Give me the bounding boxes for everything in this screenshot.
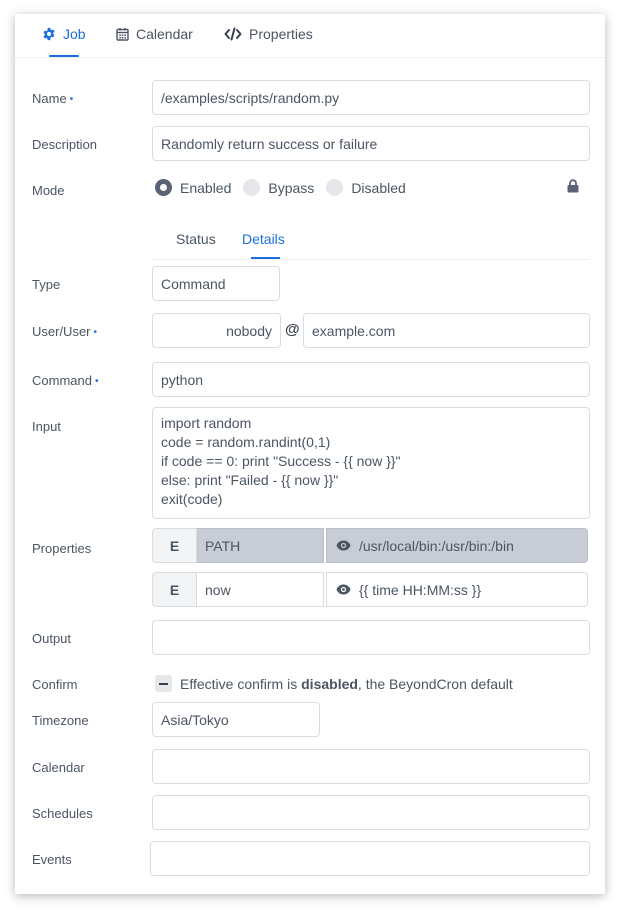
schedules-input[interactable]: [152, 795, 590, 830]
type-label: Type: [32, 277, 61, 292]
user-label: User/User •: [32, 324, 97, 339]
events-label: Events: [32, 852, 72, 867]
events-input[interactable]: [150, 841, 590, 876]
confirm-text: Effective confirm is disabled, the Beyon…: [180, 676, 513, 692]
radio-indicator: [243, 179, 261, 196]
command-value: python: [161, 371, 204, 388]
tab-properties-label: Properties: [249, 26, 313, 42]
name-value: /examples/scripts/random.py: [161, 89, 340, 106]
required-marker: •: [93, 327, 98, 338]
tab-properties[interactable]: Properties: [224, 26, 313, 42]
gear-icon: [43, 27, 55, 41]
mode-radio-disabled[interactable]: Disabled: [326, 179, 406, 196]
eye-icon[interactable]: [336, 584, 351, 595]
timezone-value: Asia/Tokyo: [161, 711, 229, 728]
radio-selected-indicator: [155, 179, 172, 196]
input-textarea[interactable]: import random code = random.randint(0,1)…: [152, 407, 590, 519]
name-label: Name •: [32, 91, 73, 106]
property-row: E now {{ time HH:MM:ss }}: [152, 572, 588, 607]
code-icon: [224, 27, 242, 41]
command-label-text: Command: [32, 373, 92, 388]
confirm-text-bold: disabled: [301, 675, 358, 692]
name-input[interactable]: /examples/scripts/random.py: [152, 80, 590, 115]
lock-icon[interactable]: [567, 179, 579, 193]
confirm-label: Confirm: [32, 677, 78, 692]
description-input[interactable]: Randomly return success or failure: [152, 126, 590, 161]
subtab-status[interactable]: Status: [176, 231, 216, 247]
description-label: Description: [32, 137, 98, 152]
mode-option-label: Disabled: [351, 179, 406, 196]
output-label: Output: [32, 631, 72, 646]
property-key-input[interactable]: now: [197, 572, 324, 607]
tab-job[interactable]: Job: [42, 26, 86, 42]
property-row: E PATH /usr/local/bin:/usr/bin:/bin: [152, 528, 588, 563]
property-key: PATH: [197, 528, 324, 563]
mode-radio-enabled[interactable]: Enabled: [155, 179, 231, 196]
minus-icon: [159, 682, 168, 685]
input-label: Input: [32, 419, 61, 434]
timezone-input[interactable]: Asia/Tokyo: [152, 702, 320, 737]
confirm-toggle-button[interactable]: [155, 675, 172, 692]
property-type-button[interactable]: E: [152, 528, 197, 563]
subtab-details[interactable]: Details: [242, 231, 285, 247]
mode-label: Mode: [32, 183, 65, 198]
property-value: /usr/local/bin:/usr/bin:/bin: [326, 528, 588, 563]
mode-option-label: Enabled: [180, 179, 232, 196]
eye-icon[interactable]: [336, 540, 351, 551]
user-input[interactable]: nobody: [152, 313, 281, 348]
required-marker: •: [94, 376, 99, 387]
properties-label: Properties: [32, 541, 92, 556]
name-label-text: Name: [32, 91, 67, 106]
mode-option-label: Bypass: [268, 179, 315, 196]
property-value-text: {{ time HH:MM:ss }}: [359, 581, 482, 598]
top-tabs: Job Calendar Properties: [15, 14, 605, 58]
property-value-input[interactable]: {{ time HH:MM:ss }}: [326, 572, 588, 607]
schedules-label: Schedules: [32, 806, 93, 821]
tab-calendar[interactable]: Calendar: [116, 26, 193, 42]
timezone-label: Timezone: [32, 713, 89, 728]
host-value: example.com: [312, 322, 396, 339]
confirm-text-after: , the BeyondCron default: [357, 675, 513, 692]
description-value: Randomly return success or failure: [161, 135, 378, 152]
active-tab-indicator: [49, 55, 79, 57]
type-value: Command: [161, 275, 226, 292]
tab-job-label: Job: [63, 26, 86, 42]
property-type-button[interactable]: E: [152, 572, 197, 607]
user-label-text: User/User: [32, 324, 91, 339]
calendar-icon: [116, 28, 129, 41]
radio-indicator: [326, 179, 344, 196]
confirm-status: Effective confirm is disabled, the Beyon…: [155, 675, 513, 692]
detail-subtabs: Status Details: [152, 217, 590, 260]
mode-radio-group: Enabled Bypass Disabled: [155, 179, 418, 196]
host-input[interactable]: example.com: [303, 313, 590, 348]
calendar-label: Calendar: [32, 760, 85, 775]
mode-radio-bypass[interactable]: Bypass: [243, 179, 314, 196]
tab-calendar-label: Calendar: [136, 26, 193, 42]
confirm-text-before: Effective confirm is: [180, 675, 302, 692]
calendar-input[interactable]: [152, 749, 590, 784]
command-label: Command •: [32, 373, 98, 388]
output-input[interactable]: [152, 620, 590, 655]
type-select[interactable]: Command: [152, 266, 280, 301]
command-input[interactable]: python: [152, 362, 590, 397]
required-marker: •: [69, 94, 74, 105]
at-separator: @: [285, 321, 300, 338]
active-subtab-indicator: [251, 257, 280, 259]
property-value-text: /usr/local/bin:/usr/bin:/bin: [359, 537, 514, 554]
job-editor-card: Job Calendar Properties Name • /examples…: [15, 14, 605, 894]
user-value: nobody: [226, 322, 272, 339]
